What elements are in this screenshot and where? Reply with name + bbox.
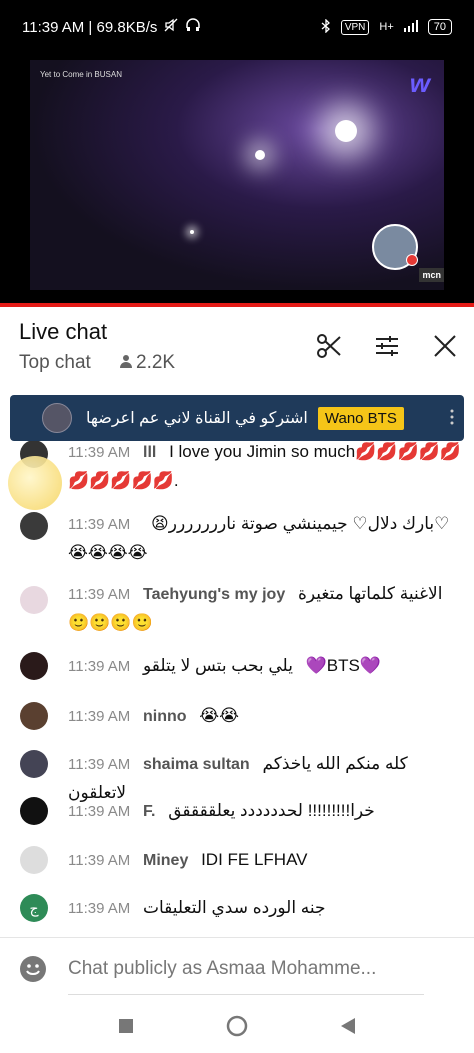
message-time: 11:39 AM (68, 900, 131, 917)
message-time: 11:39 AM (68, 852, 131, 869)
chat-message: 11:39 AM Miney IDI FE LFHAV (0, 846, 474, 886)
clip-scissors-icon[interactable] (314, 331, 344, 361)
show-logo: Yet to Come in BUSAN (40, 70, 122, 79)
home-icon[interactable] (222, 1011, 252, 1041)
message-time: 11:39 AM (68, 756, 131, 773)
avatar (20, 797, 48, 825)
message-author[interactable]: Miney (143, 852, 188, 869)
kiss-emoji-icon (8, 456, 62, 510)
chat-title: Live chat (19, 319, 108, 344)
message-text: خرا!!!!!!!!! لحدددددد يعلققققق (168, 801, 375, 820)
chat-message: 11:39 AM shaima sultan كله منكم الله ياخ… (0, 750, 474, 802)
message-author[interactable]: lll (143, 444, 156, 461)
input-underline (68, 994, 424, 995)
message-author[interactable]: shaima sultan (143, 756, 250, 773)
avatar (20, 750, 48, 778)
pinned-message-text: اشتركو في القناة لاني عم اعرضها (86, 410, 308, 427)
chat-message: 11:39 AM Taehyung's my joy الاغنية كلمات… (0, 580, 474, 650)
avatar: ج (20, 894, 48, 922)
system-navigation-bar (0, 999, 474, 1053)
settings-sliders-icon[interactable] (372, 331, 402, 361)
video-player[interactable]: Yet to Come in BUSAN w mcn (0, 54, 474, 306)
message-text: يلي بحب بتس لا يتلقو 💜BTS💜 (143, 656, 382, 675)
avatar (20, 512, 48, 540)
message-author[interactable]: F. (143, 803, 155, 820)
chat-message: 11:39 AM lll I love you Jimin so much💋💋💋… (0, 438, 474, 510)
avatar (20, 586, 48, 614)
chat-header: Live chat Top chat 2.2K (0, 307, 474, 387)
message-time: 11:39 AM (68, 803, 131, 820)
avatar (20, 702, 48, 730)
network-indicator: H+ (379, 21, 394, 33)
message-time: 11:39 AM (68, 444, 131, 461)
message-time: 11:39 AM (68, 658, 131, 675)
recents-icon[interactable] (111, 1011, 141, 1041)
close-icon[interactable] (430, 331, 460, 361)
viewer-count: 2.2K (120, 352, 175, 374)
viewer-count-label: 2.2K (136, 352, 176, 373)
pinned-avatar (42, 403, 72, 433)
chat-input[interactable]: Chat publicly as Asmaa Mohamme... (68, 958, 418, 980)
person-icon (120, 352, 132, 374)
headphones-icon (185, 17, 201, 37)
message-author[interactable]: Taehyung's my joy (143, 586, 285, 603)
back-icon[interactable] (333, 1011, 363, 1041)
vpn-badge: VPN (340, 19, 370, 35)
emoji-picker-icon[interactable] (20, 956, 46, 982)
broadcaster-logo: mcn (419, 268, 444, 282)
message-text: جنه الورده سدي التعليقات (143, 898, 326, 917)
message-time: 11:39 AM (68, 516, 131, 533)
chat-message: 11:39 AM F. خرا!!!!!!!!! لحدددددد يعلققق… (0, 797, 474, 837)
mute-icon (163, 17, 179, 37)
chat-message-list[interactable]: 11:39 AM lll I love you Jimin so much💋💋💋… (0, 430, 474, 935)
pinned-message-banner[interactable]: اشتركو في القناة لاني عم اعرضها Wano BTS (10, 395, 464, 441)
avatar (20, 846, 48, 874)
chat-message: 11:39 AM يلي بحب بتس لا يتلقو 💜BTS💜 (0, 652, 474, 692)
status-bar: 11:39 AM | 69.8KB/s VPN H+ 70 (0, 0, 474, 54)
message-text: IDI FE LFHAV (201, 850, 308, 869)
streamer-avatar (372, 224, 418, 270)
chat-input-bar: Chat publicly as Asmaa Mohamme... (0, 937, 474, 999)
message-time: 11:39 AM (68, 586, 131, 603)
message-text: 😭😭 (199, 706, 240, 725)
chat-message: 11:39 AM 😫بارك دلال♡ جيمينشي صوتة نارررر… (0, 510, 474, 580)
bluetooth-icon (321, 17, 331, 36)
signal-icon (403, 19, 418, 35)
pinned-message-author[interactable]: Wano BTS (317, 406, 404, 430)
message-author[interactable]: ninno (143, 708, 187, 725)
chat-mode-selector[interactable]: Top chat (19, 352, 91, 374)
chat-message: 11:39 AM ninno 😭😭 (0, 702, 474, 742)
battery-indicator: 70 (427, 19, 452, 35)
message-time: 11:39 AM (68, 708, 131, 725)
chat-message: ج 11:39 AM جنه الورده سدي التعليقات (0, 894, 474, 934)
avatar (20, 652, 48, 680)
video-frame: Yet to Come in BUSAN w mcn (30, 60, 444, 290)
pin-icon (448, 408, 456, 429)
status-time: 11:39 AM | 69.8KB/s (22, 18, 158, 36)
channel-logo: w (409, 68, 430, 98)
